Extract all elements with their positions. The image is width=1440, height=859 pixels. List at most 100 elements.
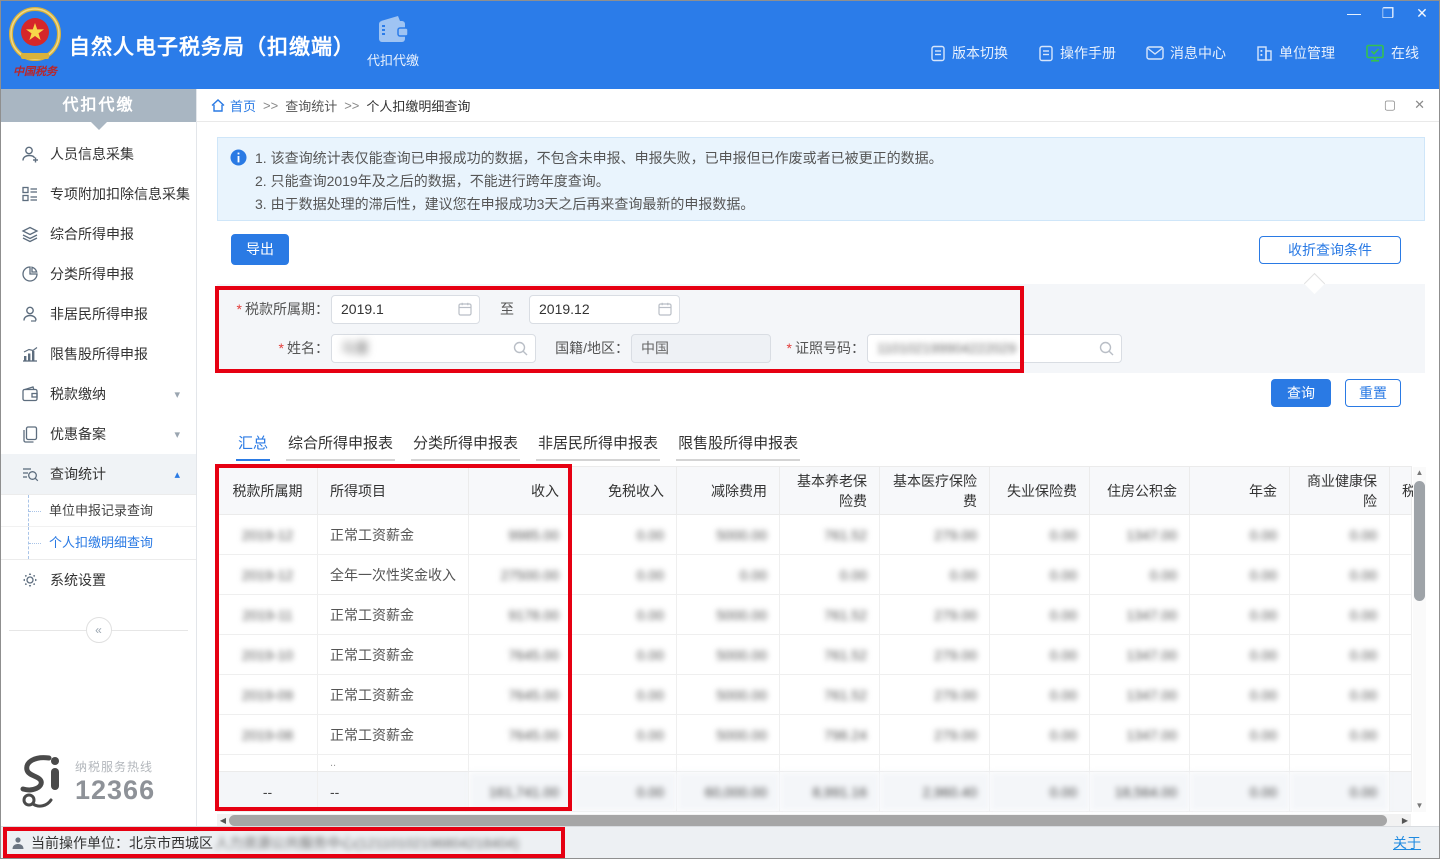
scroll-down-arrow[interactable]: ▼ bbox=[1413, 800, 1426, 812]
table-column-header: 税 bbox=[1390, 467, 1412, 515]
search-icon[interactable] bbox=[1099, 341, 1114, 356]
table-cell: 279.00 bbox=[880, 715, 990, 755]
id-number-input[interactable]: 110102199904222029 bbox=[867, 334, 1122, 363]
sidebar-item-nonresident-income[interactable]: 非居民所得申报 bbox=[1, 294, 196, 334]
breadcrumb-home[interactable]: 首页 bbox=[211, 96, 256, 115]
table-cell: 0.00 bbox=[990, 675, 1090, 715]
menu-message-center[interactable]: 消息中心 bbox=[1146, 43, 1226, 63]
person-add-icon bbox=[21, 145, 39, 163]
calendar-icon[interactable] bbox=[658, 302, 672, 316]
table-cell: 正常工资薪金 bbox=[318, 595, 469, 635]
table-cell: 正常工资薪金 bbox=[318, 635, 469, 675]
table-cell bbox=[1290, 755, 1390, 772]
sidebar-subitem-personal-withholding-query[interactable]: 个人扣缴明细查询 bbox=[1, 527, 196, 559]
table-cell: 761.52 bbox=[780, 675, 880, 715]
wallet-icon bbox=[376, 15, 410, 45]
table-cell: 9985.00 bbox=[469, 515, 572, 555]
sidebar-subitem-unit-declaration-query[interactable]: 单位申报记录查询 bbox=[1, 495, 196, 527]
table-cell: 0.00 bbox=[572, 675, 677, 715]
tab-summary[interactable]: 汇总 bbox=[236, 428, 270, 461]
table-cell bbox=[218, 755, 318, 772]
online-monitor-icon bbox=[1365, 44, 1385, 62]
window-controls: — ❐ ✕ bbox=[1345, 5, 1431, 21]
table-cell bbox=[1090, 755, 1190, 772]
sidebar-item-special-deduction[interactable]: 专项附加扣除信息采集 bbox=[1, 174, 196, 214]
table-cell: 0.00 bbox=[1290, 772, 1390, 812]
table-cell: 5000.00 bbox=[677, 675, 780, 715]
export-button[interactable]: 导出 bbox=[231, 234, 289, 265]
panel-controls: ▢ ✕ bbox=[1384, 97, 1425, 113]
table-cell: 60,000.00 bbox=[677, 772, 780, 812]
table-cell bbox=[880, 755, 990, 772]
breadcrumb-separator: >> bbox=[263, 98, 278, 113]
minimize-button[interactable]: — bbox=[1345, 5, 1363, 21]
table-column-header: 基本养老保险费 bbox=[780, 467, 880, 515]
sidebar-item-query-statistics[interactable]: 查询统计 ▴ bbox=[1, 454, 196, 494]
menu-online-status[interactable]: 在线 bbox=[1365, 43, 1419, 63]
tab-comprehensive-income[interactable]: 综合所得申报表 bbox=[286, 428, 395, 461]
tax-bureau-emblem-icon: 中国税务 bbox=[9, 7, 61, 83]
scroll-up-arrow[interactable]: ▲ bbox=[1413, 467, 1426, 479]
panel-maximize-icon[interactable]: ▢ bbox=[1384, 97, 1396, 113]
search-icon[interactable] bbox=[513, 341, 528, 356]
tab-nonresident-income[interactable]: 非居民所得申报表 bbox=[536, 428, 660, 461]
tab-classified-income[interactable]: 分类所得申报表 bbox=[411, 428, 520, 461]
tab-restricted-stock[interactable]: 限售股所得申报表 bbox=[676, 428, 800, 461]
document-icon bbox=[930, 45, 946, 62]
table-cell: 0.00 bbox=[780, 555, 880, 595]
period-label: *税款所属期： bbox=[217, 295, 329, 323]
menu-unit-management[interactable]: 单位管理 bbox=[1256, 43, 1335, 63]
reset-button[interactable]: 重置 bbox=[1345, 379, 1401, 407]
sidebar-item-label: 税款缴纳 bbox=[50, 384, 106, 404]
table-cell: 0.00 bbox=[1290, 675, 1390, 715]
sidebar-item-preferential-filing[interactable]: 优惠备案 ▾ bbox=[1, 414, 196, 454]
table-cell: 761.52 bbox=[780, 635, 880, 675]
table-cell bbox=[1390, 515, 1412, 555]
gear-icon bbox=[21, 571, 39, 589]
emblem-caption: 中国税务 bbox=[13, 65, 59, 78]
about-link[interactable]: 关于 bbox=[1393, 833, 1421, 853]
table-cell bbox=[572, 755, 677, 772]
table-cell: 5000.00 bbox=[677, 595, 780, 635]
chevron-down-icon: ▾ bbox=[174, 428, 180, 441]
menu-version-switch[interactable]: 版本切换 bbox=[930, 43, 1008, 63]
fold-query-conditions-button[interactable]: 收折查询条件 bbox=[1259, 236, 1401, 264]
sidebar-item-tax-payment[interactable]: 税款缴纳 ▾ bbox=[1, 374, 196, 414]
nav-withholding[interactable]: 代扣代缴 bbox=[353, 15, 433, 85]
sidebar-item-classified-income[interactable]: 分类所得申报 bbox=[1, 254, 196, 294]
info-icon bbox=[230, 149, 247, 169]
sidebar-item-comprehensive-income[interactable]: 综合所得申报 bbox=[1, 214, 196, 254]
table-column-header: 商业健康保险 bbox=[1290, 467, 1390, 515]
main-content: 1. 该查询统计表仅能查询已申报成功的数据，不包含未申报、申报失败，已申报但已作… bbox=[197, 123, 1439, 826]
vertical-scroll-thumb[interactable] bbox=[1414, 481, 1425, 601]
period-to-input[interactable]: 2019.12 bbox=[529, 295, 680, 324]
table-cell: 761.52 bbox=[780, 595, 880, 635]
hotline-number: 12366 bbox=[75, 775, 155, 806]
table-cell bbox=[1390, 772, 1412, 812]
table-cell: 8,991.16 bbox=[780, 772, 880, 812]
restore-button[interactable]: ❐ bbox=[1379, 5, 1397, 21]
sidebar-item-restricted-stock[interactable]: 限售股所得申报 bbox=[1, 334, 196, 374]
table-cell: 1347.00 bbox=[1090, 715, 1190, 755]
pie-chart-icon bbox=[21, 265, 39, 283]
table-cell: 279.00 bbox=[880, 515, 990, 555]
vertical-scrollbar[interactable]: ▲ ▼ bbox=[1413, 467, 1426, 812]
panel-close-icon[interactable]: ✕ bbox=[1414, 97, 1425, 113]
table-cell: 0.00 bbox=[1190, 675, 1290, 715]
horizontal-scroll-thumb[interactable] bbox=[229, 815, 1387, 826]
search-button[interactable]: 查询 bbox=[1271, 379, 1331, 407]
sidebar-item-personnel-info[interactable]: 人员信息采集 bbox=[1, 134, 196, 174]
name-input[interactable]: 马蕾 bbox=[331, 334, 536, 363]
mail-icon bbox=[1146, 46, 1164, 60]
calendar-icon[interactable] bbox=[458, 302, 472, 316]
close-button[interactable]: ✕ bbox=[1413, 5, 1431, 21]
menu-manual[interactable]: 操作手册 bbox=[1038, 43, 1116, 63]
sidebar-collapse-button[interactable]: « bbox=[86, 617, 112, 643]
period-from-input[interactable]: 2019.1 bbox=[331, 295, 480, 324]
table-cell bbox=[1390, 595, 1412, 635]
table-cell: 761.52 bbox=[780, 515, 880, 555]
table-cell: 1347.00 bbox=[1090, 595, 1190, 635]
menu-label: 单位管理 bbox=[1279, 43, 1335, 63]
sidebar-item-system-settings[interactable]: 系统设置 bbox=[1, 560, 196, 600]
table-column-header: 免税收入 bbox=[572, 467, 677, 515]
